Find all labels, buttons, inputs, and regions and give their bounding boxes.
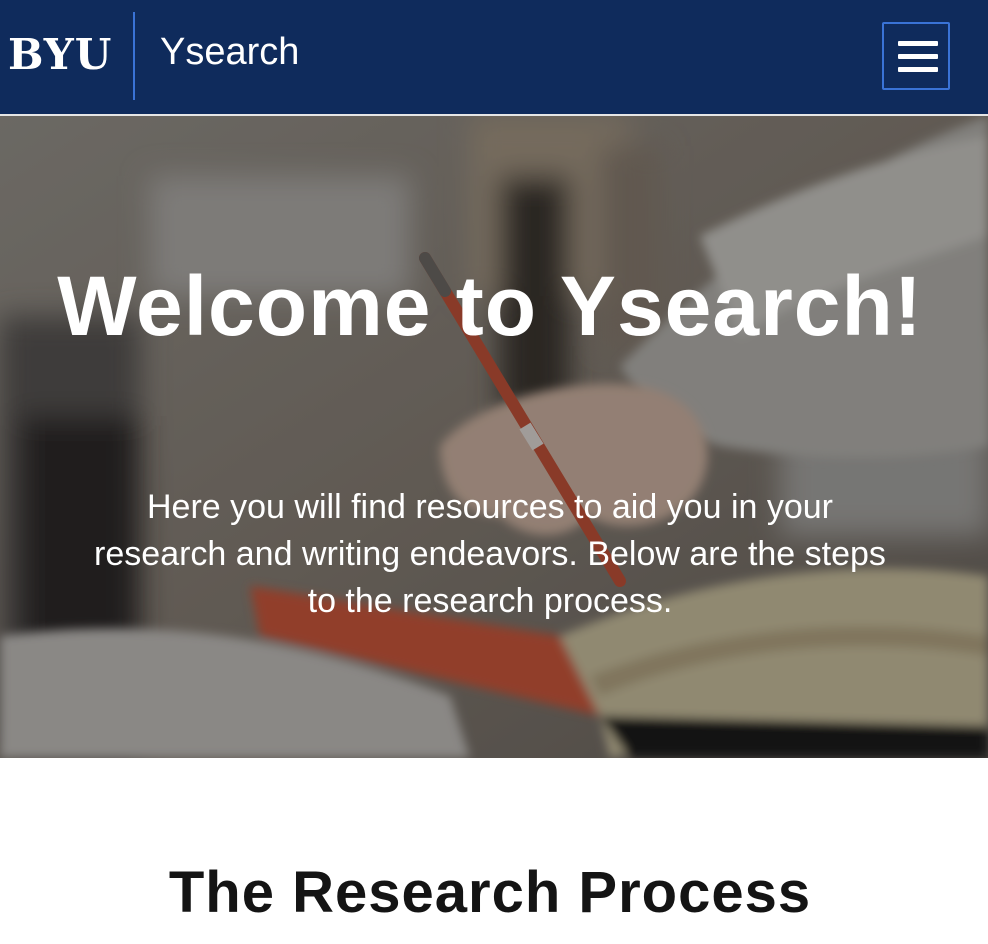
header-divider (133, 12, 135, 100)
site-header: BYU Ysearch (0, 0, 988, 116)
hero-content: Welcome to Ysearch! Here you will find r… (0, 116, 988, 758)
hero-title: Welcome to Ysearch! (57, 259, 923, 353)
menu-button[interactable] (882, 22, 950, 90)
byu-logo[interactable]: BYU (8, 30, 112, 80)
hero-banner: Welcome to Ysearch! Here you will find r… (0, 116, 988, 758)
site-title[interactable]: Ysearch (160, 28, 299, 76)
section-title: The Research Process (168, 860, 812, 925)
hero-subtitle: Here you will find resources to aid you … (94, 488, 886, 620)
